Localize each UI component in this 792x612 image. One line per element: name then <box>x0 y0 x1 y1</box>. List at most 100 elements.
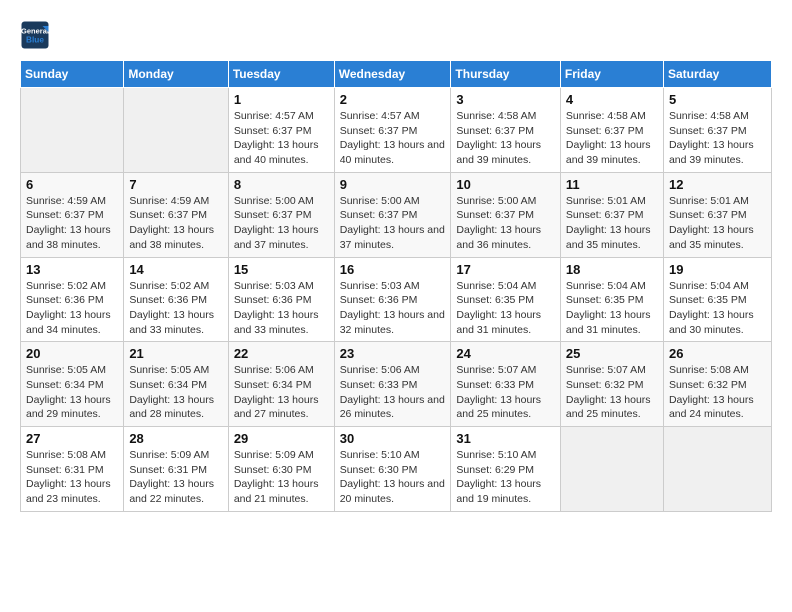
cell-5-3: 29 Sunrise: 5:09 AMSunset: 6:30 PMDayligh… <box>228 427 334 512</box>
day-number: 3 <box>456 92 555 107</box>
day-number: 23 <box>340 346 446 361</box>
day-number: 31 <box>456 431 555 446</box>
day-number: 1 <box>234 92 329 107</box>
cell-4-1: 20 Sunrise: 5:05 AMSunset: 6:34 PMDayligh… <box>21 342 124 427</box>
day-detail: Sunrise: 5:03 AMSunset: 6:36 PMDaylight:… <box>340 279 446 338</box>
day-number: 26 <box>669 346 766 361</box>
cell-5-4: 30 Sunrise: 5:10 AMSunset: 6:30 PMDayligh… <box>334 427 451 512</box>
cell-5-7 <box>663 427 771 512</box>
cell-4-2: 21 Sunrise: 5:05 AMSunset: 6:34 PMDayligh… <box>124 342 228 427</box>
day-number: 5 <box>669 92 766 107</box>
cell-2-5: 10Sunrise: 5:00 AMSunset: 6:37 PMDayligh… <box>451 172 561 257</box>
week-row-2: 6 Sunrise: 4:59 AMSunset: 6:37 PMDaylight… <box>21 172 772 257</box>
week-row-1: 1 Sunrise: 4:57 AMSunset: 6:37 PMDaylight… <box>21 88 772 173</box>
day-number: 22 <box>234 346 329 361</box>
day-detail: Sunrise: 5:07 AMSunset: 6:32 PMDaylight:… <box>566 363 658 422</box>
cell-1-5: 3 Sunrise: 4:58 AMSunset: 6:37 PMDaylight… <box>451 88 561 173</box>
day-detail: Sunrise: 5:02 AMSunset: 6:36 PMDaylight:… <box>26 279 118 338</box>
day-number: 21 <box>129 346 222 361</box>
day-number: 11 <box>566 177 658 192</box>
day-number: 6 <box>26 177 118 192</box>
day-detail: Sunrise: 4:58 AMSunset: 6:37 PMDaylight:… <box>456 109 555 168</box>
cell-4-6: 25 Sunrise: 5:07 AMSunset: 6:32 PMDayligh… <box>560 342 663 427</box>
day-number: 27 <box>26 431 118 446</box>
cell-1-7: 5 Sunrise: 4:58 AMSunset: 6:37 PMDaylight… <box>663 88 771 173</box>
day-detail: Sunrise: 5:10 AMSunset: 6:30 PMDaylight:… <box>340 448 446 507</box>
cell-1-2 <box>124 88 228 173</box>
day-number: 28 <box>129 431 222 446</box>
cell-2-2: 7 Sunrise: 4:59 AMSunset: 6:37 PMDaylight… <box>124 172 228 257</box>
day-detail: Sunrise: 4:58 AMSunset: 6:37 PMDaylight:… <box>566 109 658 168</box>
day-detail: Sunrise: 5:09 AMSunset: 6:30 PMDaylight:… <box>234 448 329 507</box>
day-number: 29 <box>234 431 329 446</box>
day-number: 16 <box>340 262 446 277</box>
day-number: 14 <box>129 262 222 277</box>
svg-text:Blue: Blue <box>26 36 44 45</box>
cell-1-4: 2 Sunrise: 4:57 AMSunset: 6:37 PMDaylight… <box>334 88 451 173</box>
header-saturday: Saturday <box>663 61 771 88</box>
day-number: 7 <box>129 177 222 192</box>
header-thursday: Thursday <box>451 61 561 88</box>
cell-3-3: 15 Sunrise: 5:03 AMSunset: 6:36 PMDayligh… <box>228 257 334 342</box>
day-number: 13 <box>26 262 118 277</box>
day-detail: Sunrise: 5:01 AMSunset: 6:37 PMDaylight:… <box>669 194 766 253</box>
day-number: 18 <box>566 262 658 277</box>
day-detail: Sunrise: 5:03 AMSunset: 6:36 PMDaylight:… <box>234 279 329 338</box>
day-detail: Sunrise: 4:59 AMSunset: 6:37 PMDaylight:… <box>26 194 118 253</box>
cell-2-3: 8Sunrise: 5:00 AMSunset: 6:37 PMDaylight… <box>228 172 334 257</box>
day-detail: Sunrise: 5:00 AMSunset: 6:37 PMDaylight:… <box>340 194 446 253</box>
day-detail: Sunrise: 5:04 AMSunset: 6:35 PMDaylight:… <box>456 279 555 338</box>
day-detail: Sunrise: 5:00 AMSunset: 6:37 PMDaylight:… <box>456 194 555 253</box>
cell-3-2: 14 Sunrise: 5:02 AMSunset: 6:36 PMDayligh… <box>124 257 228 342</box>
week-row-4: 20 Sunrise: 5:05 AMSunset: 6:34 PMDayligh… <box>21 342 772 427</box>
day-detail: Sunrise: 5:07 AMSunset: 6:33 PMDaylight:… <box>456 363 555 422</box>
day-number: 15 <box>234 262 329 277</box>
header-sunday: Sunday <box>21 61 124 88</box>
day-number: 20 <box>26 346 118 361</box>
day-detail: Sunrise: 5:02 AMSunset: 6:36 PMDaylight:… <box>129 279 222 338</box>
day-detail: Sunrise: 5:01 AMSunset: 6:37 PMDaylight:… <box>566 194 658 253</box>
day-detail: Sunrise: 5:04 AMSunset: 6:35 PMDaylight:… <box>566 279 658 338</box>
day-detail: Sunrise: 4:59 AMSunset: 6:37 PMDaylight:… <box>129 194 222 253</box>
day-detail: Sunrise: 5:05 AMSunset: 6:34 PMDaylight:… <box>129 363 222 422</box>
cell-5-2: 28 Sunrise: 5:09 AMSunset: 6:31 PMDayligh… <box>124 427 228 512</box>
page-header: General Blue <box>20 20 772 50</box>
cell-5-5: 31 Sunrise: 5:10 AMSunset: 6:29 PMDayligh… <box>451 427 561 512</box>
day-number: 12 <box>669 177 766 192</box>
calendar-table: SundayMondayTuesdayWednesdayThursdayFrid… <box>20 60 772 512</box>
cell-1-3: 1 Sunrise: 4:57 AMSunset: 6:37 PMDaylight… <box>228 88 334 173</box>
day-detail: Sunrise: 5:00 AMSunset: 6:37 PMDaylight:… <box>234 194 329 253</box>
cell-4-5: 24Sunrise: 5:07 AMSunset: 6:33 PMDayligh… <box>451 342 561 427</box>
day-number: 25 <box>566 346 658 361</box>
cell-3-1: 13 Sunrise: 5:02 AMSunset: 6:36 PMDayligh… <box>21 257 124 342</box>
day-detail: Sunrise: 4:57 AMSunset: 6:37 PMDaylight:… <box>234 109 329 168</box>
header-tuesday: Tuesday <box>228 61 334 88</box>
day-detail: Sunrise: 4:58 AMSunset: 6:37 PMDaylight:… <box>669 109 766 168</box>
cell-3-6: 18 Sunrise: 5:04 AMSunset: 6:35 PMDayligh… <box>560 257 663 342</box>
day-detail: Sunrise: 5:04 AMSunset: 6:35 PMDaylight:… <box>669 279 766 338</box>
header-friday: Friday <box>560 61 663 88</box>
header-row: SundayMondayTuesdayWednesdayThursdayFrid… <box>21 61 772 88</box>
day-detail: Sunrise: 5:06 AMSunset: 6:34 PMDaylight:… <box>234 363 329 422</box>
day-number: 30 <box>340 431 446 446</box>
cell-5-1: 27 Sunrise: 5:08 AMSunset: 6:31 PMDayligh… <box>21 427 124 512</box>
day-number: 2 <box>340 92 446 107</box>
day-number: 9 <box>340 177 446 192</box>
day-detail: Sunrise: 5:08 AMSunset: 6:32 PMDaylight:… <box>669 363 766 422</box>
day-detail: Sunrise: 5:05 AMSunset: 6:34 PMDaylight:… <box>26 363 118 422</box>
logo: General Blue <box>20 20 54 50</box>
day-detail: Sunrise: 4:57 AMSunset: 6:37 PMDaylight:… <box>340 109 446 168</box>
cell-2-7: 12 Sunrise: 5:01 AMSunset: 6:37 PMDayligh… <box>663 172 771 257</box>
day-detail: Sunrise: 5:08 AMSunset: 6:31 PMDaylight:… <box>26 448 118 507</box>
cell-3-4: 16 Sunrise: 5:03 AMSunset: 6:36 PMDayligh… <box>334 257 451 342</box>
header-wednesday: Wednesday <box>334 61 451 88</box>
cell-3-7: 19Sunrise: 5:04 AMSunset: 6:35 PMDayligh… <box>663 257 771 342</box>
cell-2-4: 9 Sunrise: 5:00 AMSunset: 6:37 PMDaylight… <box>334 172 451 257</box>
cell-4-4: 23Sunrise: 5:06 AMSunset: 6:33 PMDayligh… <box>334 342 451 427</box>
day-detail: Sunrise: 5:09 AMSunset: 6:31 PMDaylight:… <box>129 448 222 507</box>
header-monday: Monday <box>124 61 228 88</box>
cell-1-1 <box>21 88 124 173</box>
cell-3-5: 17Sunrise: 5:04 AMSunset: 6:35 PMDayligh… <box>451 257 561 342</box>
cell-5-6 <box>560 427 663 512</box>
day-detail: Sunrise: 5:10 AMSunset: 6:29 PMDaylight:… <box>456 448 555 507</box>
